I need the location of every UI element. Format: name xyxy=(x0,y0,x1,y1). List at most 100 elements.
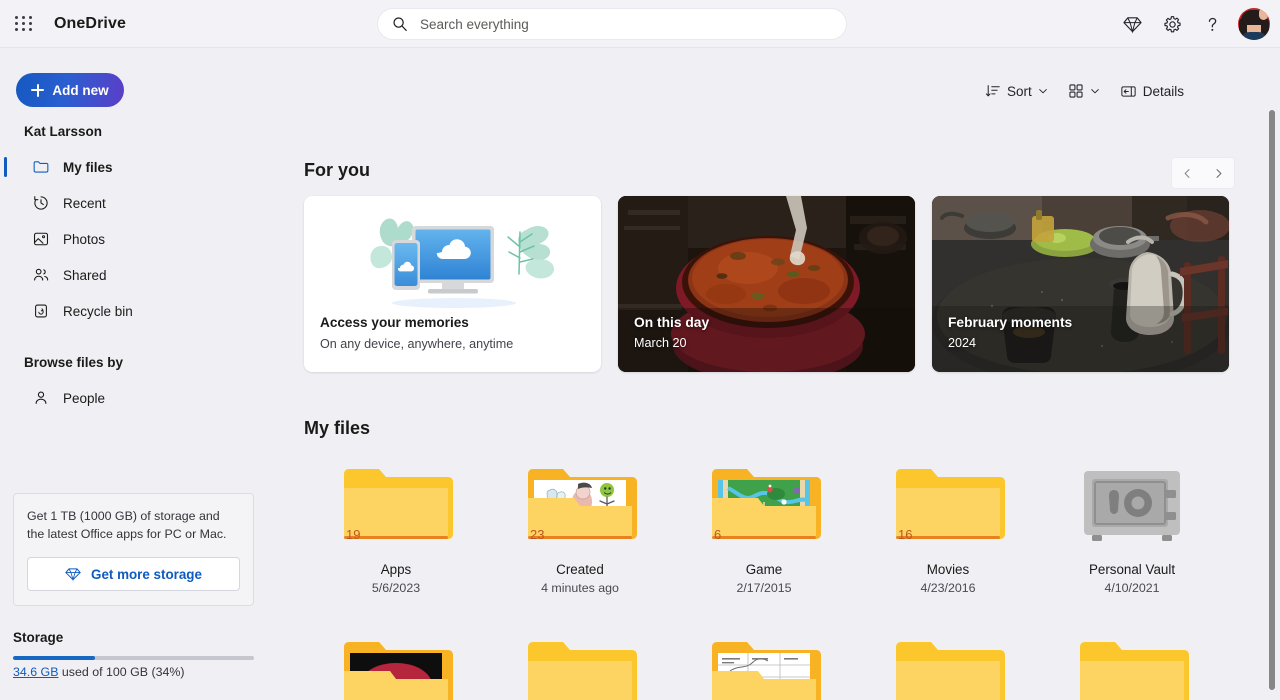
file-name: Apps xyxy=(381,562,412,577)
storage-heading: Storage xyxy=(13,630,63,645)
folder-thumbnail: 23 xyxy=(520,458,640,550)
card-access-your-memories[interactable]: Access your memories On any device, anyw… xyxy=(304,196,601,372)
app-launcher-icon[interactable] xyxy=(4,4,44,44)
photo-dinner-table xyxy=(932,196,1229,372)
file-date: 5/6/2023 xyxy=(372,581,420,595)
file-item-movies[interactable]: 16 Movies 4/23/2016 xyxy=(856,458,1040,595)
diamond-icon[interactable] xyxy=(1112,4,1152,44)
sort-button[interactable]: Sort xyxy=(977,76,1056,106)
sidebar-item-recycle-bin[interactable]: Recycle bin xyxy=(8,293,260,329)
folder-icon xyxy=(336,631,456,700)
details-label: Details xyxy=(1143,84,1184,99)
file-item-row2-2[interactable] xyxy=(488,631,672,700)
folder-item-count: 23 xyxy=(530,527,544,542)
carousel-next-button[interactable] xyxy=(1203,158,1234,188)
command-bar-actions: Sort Details xyxy=(977,76,1192,106)
browse-files-by-heading: Browse files by xyxy=(0,329,268,380)
clock-icon xyxy=(32,194,50,212)
brand-title: OneDrive xyxy=(54,15,126,33)
folder-item-count: 19 xyxy=(346,527,360,542)
for-you-heading: For you xyxy=(304,160,370,181)
folder-item-count: 6 xyxy=(714,527,721,542)
storage-bar-fill xyxy=(13,656,95,660)
people-icon xyxy=(32,266,50,284)
search-icon xyxy=(392,16,408,32)
add-new-label: Add new xyxy=(52,83,108,98)
file-row xyxy=(304,631,1254,700)
carousel-navigation xyxy=(1171,157,1235,189)
folder-icon xyxy=(704,458,824,550)
folder-thumbnail xyxy=(520,631,640,700)
sidebar-item-label: My files xyxy=(63,160,113,175)
file-item-row2-5[interactable] xyxy=(1040,631,1224,700)
get-more-storage-label: Get more storage xyxy=(91,567,202,582)
search-input[interactable] xyxy=(420,17,832,32)
storage-used-link[interactable]: 34.6 GB xyxy=(13,665,58,679)
folder-item-count: 16 xyxy=(898,527,912,542)
view-options-button[interactable] xyxy=(1060,76,1108,106)
onedrive-app: OneDrive xyxy=(0,0,1280,700)
file-item-row2-1[interactable] xyxy=(304,631,488,700)
search-container xyxy=(377,8,847,40)
grid-view-icon xyxy=(1068,83,1084,99)
for-you-cards: Access your memories On any device, anyw… xyxy=(304,196,1229,372)
get-more-storage-button[interactable]: Get more storage xyxy=(27,557,240,591)
file-item-personal-vault[interactable]: Personal Vault 4/10/2021 xyxy=(1040,458,1224,595)
sidebar-item-photos[interactable]: Photos xyxy=(8,221,260,257)
chevron-left-icon xyxy=(1182,168,1193,179)
file-date: 2/17/2015 xyxy=(736,581,791,595)
details-pane-icon xyxy=(1120,83,1137,100)
file-name: Personal Vault xyxy=(1089,562,1175,577)
sidebar-item-shared[interactable]: Shared xyxy=(8,257,260,293)
sort-label: Sort xyxy=(1007,84,1032,99)
file-item-row2-3[interactable] xyxy=(672,631,856,700)
folder-thumbnail xyxy=(888,631,1008,700)
file-item-apps[interactable]: 19 Apps 5/6/2023 xyxy=(304,458,488,595)
folder-icon xyxy=(888,631,1008,700)
page-scrollbar[interactable] xyxy=(1266,58,1278,700)
card-subtitle: 2024 xyxy=(948,336,976,350)
scrollbar-thumb[interactable] xyxy=(1269,110,1275,690)
chevron-down-icon xyxy=(1090,86,1100,96)
gear-icon[interactable] xyxy=(1152,4,1192,44)
vault-thumbnail xyxy=(1072,458,1192,550)
folder-thumbnail xyxy=(704,631,824,700)
sidebar-item-label: Photos xyxy=(63,232,105,247)
file-name: Created xyxy=(556,562,604,577)
storage-used-rest: used of 100 GB (34%) xyxy=(58,665,184,679)
file-item-created[interactable]: 23 Created 4 minutes ago xyxy=(488,458,672,595)
add-new-button[interactable]: Add new xyxy=(16,73,124,107)
card-subtitle: On any device, anywhere, anytime xyxy=(320,337,513,351)
file-item-row2-4[interactable] xyxy=(856,631,1040,700)
file-row: 19 Apps 5/6/2023 xyxy=(304,458,1254,595)
avatar[interactable] xyxy=(1238,8,1270,40)
sidebar-item-label: People xyxy=(63,391,105,406)
vault-icon xyxy=(1072,458,1192,550)
card-on-this-day[interactable]: On this day March 20 xyxy=(618,196,915,372)
folder-thumbnail: 6 xyxy=(704,458,824,550)
file-date: 4 minutes ago xyxy=(541,581,619,595)
promo-text: Get 1 TB (1000 GB) of storage and the la… xyxy=(27,507,240,543)
carousel-prev-button[interactable] xyxy=(1172,158,1203,188)
chevron-right-icon xyxy=(1213,168,1224,179)
details-button[interactable]: Details xyxy=(1112,76,1192,106)
my-files-heading: My files xyxy=(304,418,370,439)
card-title: February moments xyxy=(948,315,1072,330)
card-february-moments[interactable]: February moments 2024 xyxy=(932,196,1229,372)
sidebar-item-label: Shared xyxy=(63,268,107,283)
diamond-icon xyxy=(65,566,81,582)
sidebar-item-my-files[interactable]: My files xyxy=(8,149,260,185)
question-icon[interactable] xyxy=(1192,4,1232,44)
search-box[interactable] xyxy=(377,8,847,40)
chevron-down-icon xyxy=(1038,86,1048,96)
folder-icon xyxy=(520,631,640,700)
plus-icon xyxy=(31,84,44,97)
file-item-game[interactable]: 6 Game 2/17/2015 xyxy=(672,458,856,595)
sidebar-item-label: Recycle bin xyxy=(63,304,133,319)
sidebar-item-people[interactable]: People xyxy=(8,380,260,416)
top-bar-actions xyxy=(1112,0,1272,48)
folder-icon xyxy=(704,631,824,700)
sidebar-item-recent[interactable]: Recent xyxy=(8,185,260,221)
person-icon xyxy=(32,389,50,407)
folder-thumbnail: 16 xyxy=(888,458,1008,550)
